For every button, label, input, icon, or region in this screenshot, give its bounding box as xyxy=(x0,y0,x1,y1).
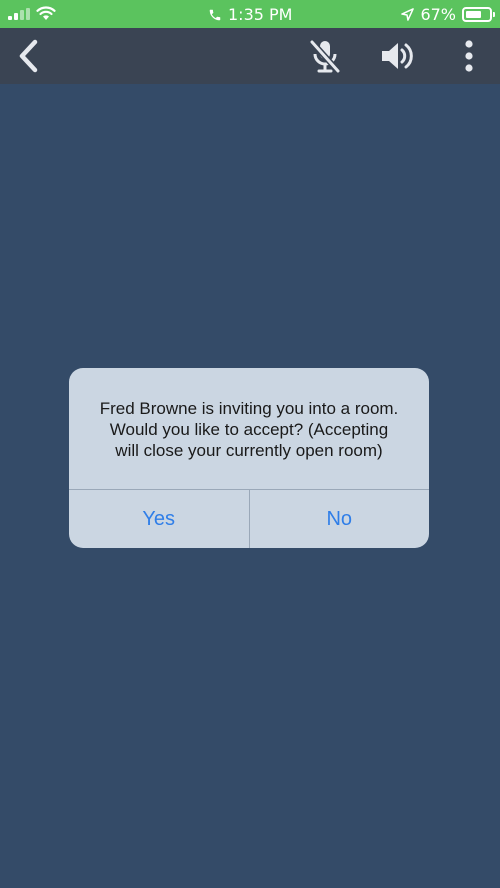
phone-call-icon xyxy=(209,9,221,20)
location-arrow-icon xyxy=(401,8,415,21)
more-vertical-icon xyxy=(465,40,473,72)
chevron-left-icon xyxy=(19,39,38,73)
battery-percent: 67% xyxy=(420,5,456,24)
battery-icon xyxy=(462,7,495,22)
mic-off-icon xyxy=(309,39,341,74)
speaker-button[interactable] xyxy=(372,28,422,84)
room-invite-dialog: Fred Browne is inviting you into a room.… xyxy=(69,368,429,548)
status-time: 1:35 PM xyxy=(228,5,293,24)
status-bar: 1:35 PM 67% xyxy=(0,0,500,28)
dialog-actions: Yes No xyxy=(69,489,429,548)
back-button[interactable] xyxy=(4,28,54,84)
mute-microphone-button[interactable] xyxy=(300,28,350,84)
no-button[interactable]: No xyxy=(248,490,430,548)
yes-button[interactable]: Yes xyxy=(69,490,249,548)
cellular-signal-icon xyxy=(8,8,30,20)
speaker-icon xyxy=(382,43,413,69)
dialog-message: Fred Browne is inviting you into a room.… xyxy=(99,399,399,460)
toolbar xyxy=(0,28,500,84)
more-options-button[interactable] xyxy=(444,28,494,84)
wifi-icon xyxy=(36,6,56,20)
